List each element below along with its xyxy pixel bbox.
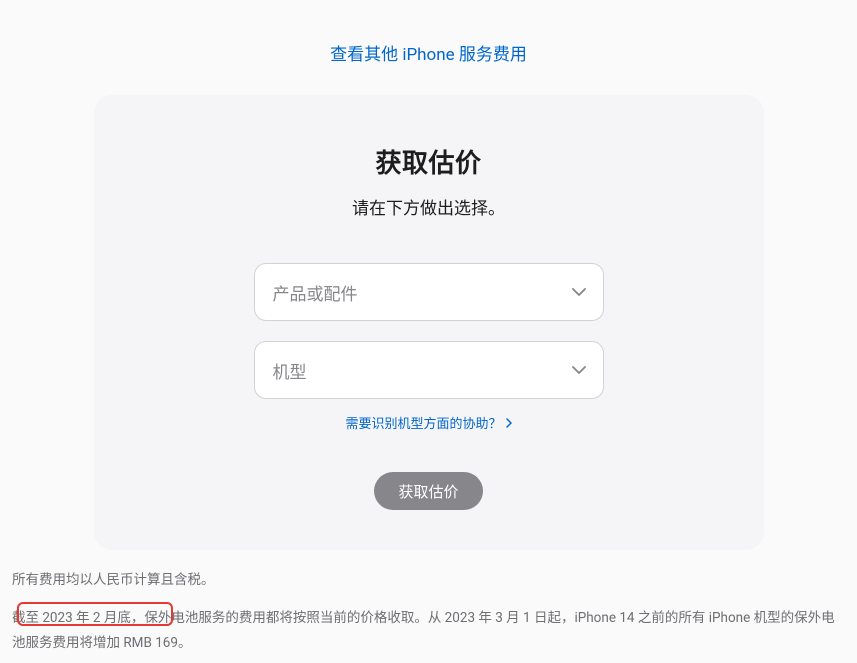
top-link-wrap: 查看其他 iPhone 服务费用 <box>10 0 847 95</box>
estimate-card: 获取估价 请在下方做出选择。 产品或配件 机型 需要识别机型方面的协 <box>94 95 764 550</box>
model-select-wrap: 机型 <box>254 341 604 399</box>
product-select[interactable]: 产品或配件 <box>254 263 604 321</box>
footnote-pricing-notice: 截至 2023 年 2 月底，保外电池服务的费用都将按照当前的价格收取。从 20… <box>10 606 847 655</box>
product-select-placeholder: 产品或配件 <box>273 280 358 305</box>
model-select-placeholder: 机型 <box>273 358 307 383</box>
footnote-currency: 所有费用均以人民币计算且含税。 <box>10 568 847 592</box>
other-iphone-fees-link[interactable]: 查看其他 iPhone 服务费用 <box>330 45 527 65</box>
card-title: 获取估价 <box>134 143 724 180</box>
chevron-right-icon <box>506 418 512 428</box>
model-select[interactable]: 机型 <box>254 341 604 399</box>
help-link-label: 需要识别机型方面的协助？ <box>345 413 501 432</box>
get-estimate-button[interactable]: 获取估价 <box>374 472 482 510</box>
identify-model-help-link[interactable]: 需要识别机型方面的协助？ <box>345 413 511 432</box>
card-subtitle: 请在下方做出选择。 <box>134 194 724 219</box>
product-select-wrap: 产品或配件 <box>254 263 604 321</box>
